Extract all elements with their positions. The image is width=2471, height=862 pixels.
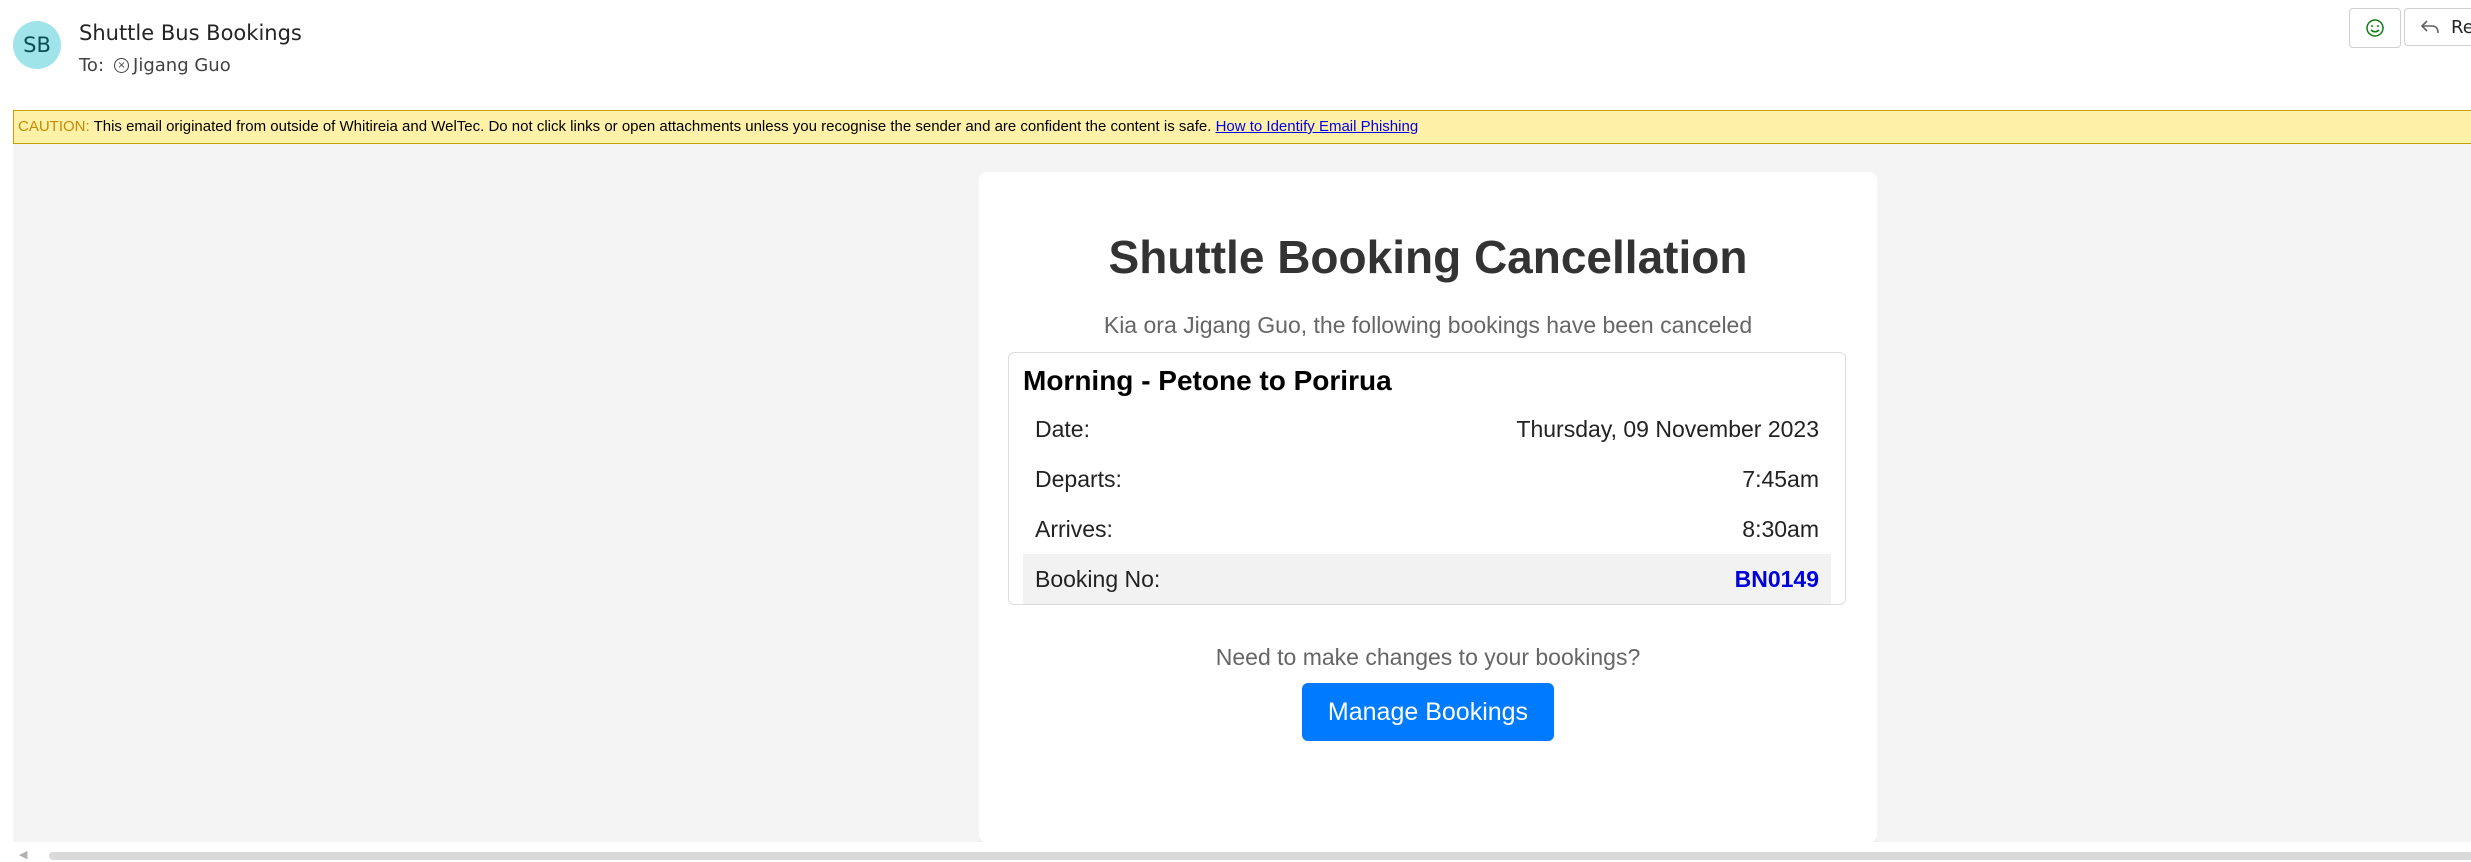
manage-bookings-button[interactable]: Manage Bookings	[1302, 683, 1554, 741]
email-content-card: Shuttle Booking Cancellation Kia ora Jig…	[979, 172, 1877, 842]
phishing-info-link[interactable]: How to Identify Email Phishing	[1216, 118, 1419, 135]
row-value: 8:30am	[1742, 515, 1819, 542]
reaction-button[interactable]	[2349, 8, 2401, 48]
sender-name[interactable]: Shuttle Bus Bookings	[79, 21, 302, 45]
horizontal-scrollbar[interactable]: ◀	[13, 848, 2471, 862]
row-value: 7:45am	[1742, 465, 1819, 492]
person-circle-icon: ×	[114, 58, 130, 73]
recipient-name[interactable]: Jigang Guo	[133, 55, 231, 76]
booking-details-box: Morning - Petone to Porirua Date: Thursd…	[1008, 352, 1846, 605]
scroll-left-icon[interactable]: ◀	[19, 848, 27, 861]
trip-title: Morning - Petone to Porirua	[1023, 365, 1392, 396]
booking-row-arrives: Arrives: 8:30am	[1023, 504, 1831, 554]
caution-message: This email originated from outside of Wh…	[89, 118, 1216, 135]
sender-avatar[interactable]: SB	[13, 21, 61, 69]
caution-tag: CAUTION:	[18, 118, 90, 135]
row-label: Arrives:	[1035, 515, 1113, 542]
changes-prompt: Need to make changes to your bookings?	[1215, 644, 1641, 670]
reply-arrow-icon	[2420, 20, 2439, 34]
booking-row-departs: Departs: 7:45am	[1023, 454, 1831, 504]
reply-label: Re	[2451, 16, 2471, 38]
row-label: Departs:	[1035, 465, 1122, 492]
smiley-icon	[2366, 19, 2384, 37]
to-label: To:	[79, 55, 105, 76]
row-label: Date:	[1035, 415, 1090, 442]
scrollbar-thumb[interactable]	[49, 852, 2471, 860]
email-title: Shuttle Booking Cancellation	[1108, 231, 1748, 283]
row-label: Booking No:	[1035, 565, 1161, 592]
booking-row-booking-number: Booking No: BN0149	[1023, 554, 1831, 604]
external-email-caution-banner: CAUTION: This email originated from outs…	[13, 110, 2471, 144]
row-value: Thursday, 09 November 2023	[1516, 415, 1819, 442]
booking-row-date: Date: Thursday, 09 November 2023	[1023, 404, 1831, 454]
greeting-text: Kia ora Jigang Guo, the following bookin…	[1103, 312, 1753, 338]
reply-button[interactable]: Re	[2404, 8, 2471, 46]
avatar-initials: SB	[23, 33, 51, 57]
booking-number: BN0149	[1734, 565, 1819, 592]
recipient-line: To: × Jigang Guo	[79, 55, 231, 76]
